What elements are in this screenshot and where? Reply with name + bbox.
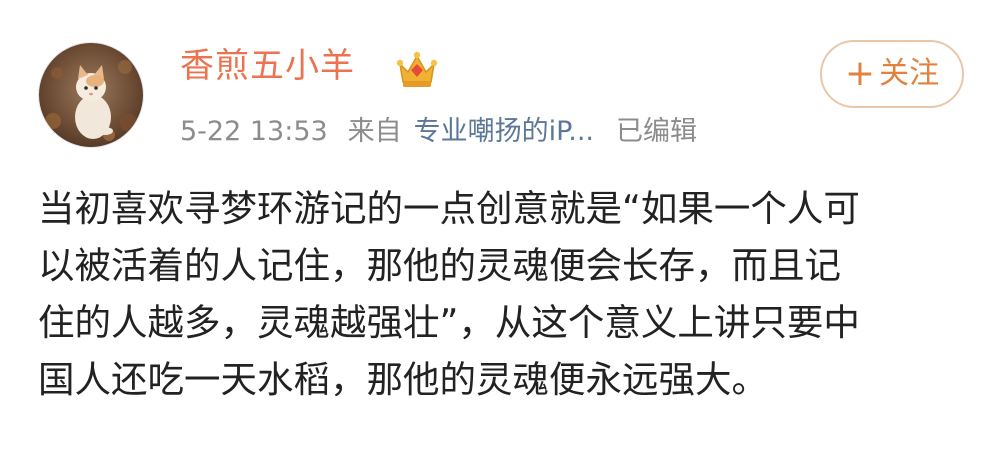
plus-icon: + <box>844 53 876 94</box>
follow-label: 关注 <box>879 56 940 91</box>
avatar[interactable] <box>38 42 144 148</box>
post-body-line: 以被活着的人记住，那他的灵魂便会长存，而且记 <box>38 244 841 287</box>
source-link[interactable]: 专业嘲扬的iP... <box>414 112 594 152</box>
username[interactable]: 香煎五小羊 <box>180 44 355 88</box>
post-meta: 5-22 13:53 来自 专业嘲扬的iP... 已编辑 <box>180 112 697 152</box>
from-label: 来自 <box>347 116 402 147</box>
post-body-line: 国人还吃一天水稻，那他的灵魂便永远强大。 <box>38 358 768 401</box>
weibo-post: 香煎五小羊 5-22 13:53 来自 专业嘲扬的iP... 已编辑 + 关注 当初喜欢… <box>0 0 1000 450</box>
avatar-cat-image <box>39 43 143 147</box>
post-body-line: 当初喜欢寻梦环游记的一点创意就是“如果一个人可 <box>38 187 860 230</box>
post-body-line: 住的人越多，灵魂越强壮”，从这个意义上讲只要中 <box>38 301 860 344</box>
post-time: 5-22 13:53 <box>180 116 328 147</box>
post-body: 当初喜欢寻梦环游记的一点创意就是“如果一个人可 以被活着的人记住，那他的灵魂便会… <box>38 180 968 408</box>
follow-button[interactable]: + 关注 <box>820 40 964 108</box>
crown-icon <box>396 46 438 90</box>
edited-label[interactable]: 已编辑 <box>616 112 697 152</box>
